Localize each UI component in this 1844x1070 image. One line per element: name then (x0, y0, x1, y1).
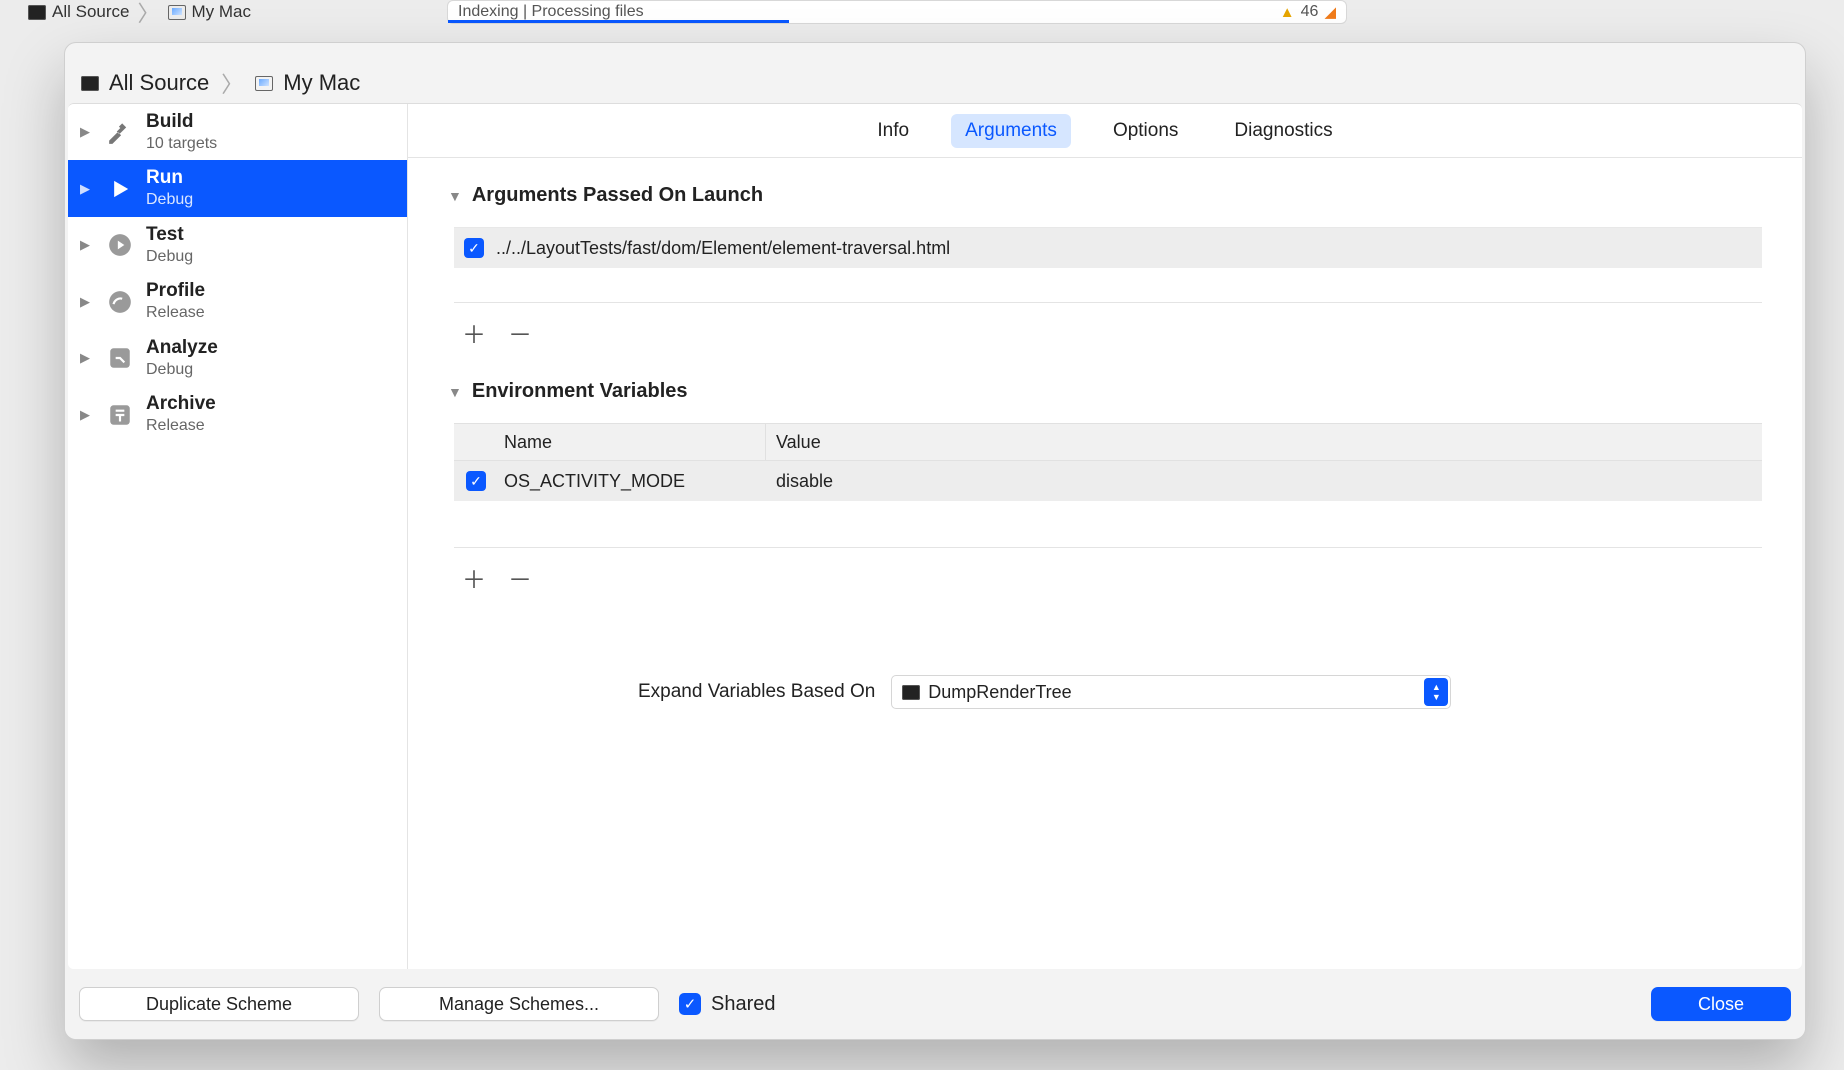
tab-diagnostics[interactable]: Diagnostics (1220, 114, 1346, 148)
tab-info[interactable]: Info (863, 114, 923, 148)
terminal-icon (28, 5, 46, 19)
argument-enable-checkbox[interactable]: ✓ (464, 238, 484, 258)
env-table-header: Name Value (454, 423, 1762, 461)
analyze-icon (104, 342, 136, 374)
disclosure-icon[interactable]: ▶ (80, 181, 94, 197)
env-table: Name Value ✓ OS_ACTIVITY_MODE disable (454, 423, 1762, 501)
activity-status[interactable]: Indexing | Processing files ▲ 46 ◢ (447, 0, 1347, 24)
env-enable-checkbox[interactable]: ✓ (466, 471, 486, 491)
terminal-icon (902, 685, 920, 699)
argument-value[interactable]: ../../LayoutTests/fast/dom/Element/eleme… (496, 238, 950, 259)
shared-checkbox[interactable]: ✓ (679, 993, 701, 1015)
section-title: Environment Variables (472, 380, 688, 403)
add-argument-button[interactable]: ＋ (462, 315, 486, 350)
divider (454, 547, 1762, 548)
env-col-value[interactable]: Value (766, 424, 1762, 460)
phase-subtitle: Debug (146, 191, 193, 209)
scheme-editor-sheet: All Source 〉 My Mac ▶ Build 10 targets ▶ (64, 42, 1806, 1040)
remove-env-button[interactable]: － (508, 560, 532, 595)
env-section-header[interactable]: ▼ Environment Variables (448, 380, 1762, 403)
phase-subtitle: 10 targets (146, 135, 217, 153)
window-toolbar: All Source 〉 My Mac Indexing | Processin… (0, 0, 1844, 30)
hammer-icon (104, 116, 136, 148)
disclosure-icon[interactable]: ▶ (80, 350, 94, 366)
manage-schemes-button[interactable]: Manage Schemes... (379, 987, 659, 1021)
env-var-name[interactable]: OS_ACTIVITY_MODE (498, 471, 766, 492)
section-title: Arguments Passed On Launch (472, 184, 763, 207)
sidebar-item-analyze[interactable]: ▶ Analyze Debug (68, 330, 407, 386)
shared-label: Shared (711, 993, 776, 1016)
shared-option[interactable]: ✓ Shared (679, 993, 776, 1016)
disclosure-triangle-icon[interactable]: ▼ (448, 384, 462, 400)
chevron-right-icon: 〉 (219, 67, 245, 99)
env-row[interactable]: ✓ OS_ACTIVITY_MODE disable (454, 461, 1762, 501)
dropdown-stepper-icon[interactable]: ▲▼ (1424, 678, 1448, 706)
phase-title: Analyze (146, 338, 218, 359)
warning-icon: ▲ (1280, 4, 1295, 21)
archive-icon (104, 399, 136, 431)
warning-count: 46 (1301, 3, 1319, 21)
progress-bar (448, 20, 789, 23)
close-button[interactable]: Close (1651, 987, 1791, 1021)
argument-row[interactable]: ✓ ../../LayoutTests/fast/dom/Element/ele… (454, 228, 1762, 268)
duplicate-scheme-button[interactable]: Duplicate Scheme (79, 987, 359, 1021)
status-text: Indexing | Processing files (458, 3, 644, 21)
fixit-icon: ◢ (1324, 3, 1336, 21)
gauge-icon (104, 286, 136, 318)
disclosure-triangle-icon[interactable]: ▼ (448, 188, 462, 204)
expand-variables-dropdown[interactable]: DumpRenderTree ▲▼ (891, 675, 1451, 709)
disclosure-icon[interactable]: ▶ (80, 237, 94, 253)
phase-title: Run (146, 168, 193, 189)
tab-options[interactable]: Options (1099, 114, 1192, 148)
arguments-table: ✓ ../../LayoutTests/fast/dom/Element/ele… (454, 227, 1762, 268)
disclosure-icon[interactable]: ▶ (80, 294, 94, 310)
scheme-target-picker[interactable]: All Source 〉 My Mac (20, 0, 259, 24)
remove-argument-button[interactable]: － (508, 315, 532, 350)
chevron-right-icon: 〉 (135, 0, 161, 28)
divider (454, 302, 1762, 303)
sheet-breadcrumb: All Source 〉 My Mac (65, 43, 1805, 103)
phase-title: Test (146, 225, 193, 246)
scheme-name: All Source (52, 2, 129, 22)
monitor-icon (168, 5, 186, 19)
phase-subtitle: Debug (146, 361, 218, 379)
terminal-icon (81, 76, 99, 90)
arguments-section-header[interactable]: ▼ Arguments Passed On Launch (448, 184, 1762, 207)
add-env-button[interactable]: ＋ (462, 560, 486, 595)
sidebar-item-profile[interactable]: ▶ Profile Release (68, 273, 407, 329)
phase-title: Build (146, 112, 217, 133)
disclosure-icon[interactable]: ▶ (80, 407, 94, 423)
phase-sidebar: ▶ Build 10 targets ▶ Run Debug (68, 104, 408, 969)
phase-subtitle: Release (146, 417, 216, 435)
breadcrumb-scheme: All Source (109, 70, 209, 96)
phase-title: Profile (146, 281, 205, 302)
sidebar-item-run[interactable]: ▶ Run Debug (68, 160, 407, 216)
expand-variables-label: Expand Variables Based On (638, 681, 875, 703)
monitor-icon (255, 76, 273, 90)
sheet-footer: Duplicate Scheme Manage Schemes... ✓ Sha… (65, 969, 1805, 1039)
breadcrumb-dest: My Mac (283, 70, 360, 96)
env-col-name[interactable]: Name (498, 424, 766, 460)
sidebar-item-test[interactable]: ▶ Test Debug (68, 217, 407, 273)
env-var-value[interactable]: disable (766, 471, 1762, 492)
tab-arguments[interactable]: Arguments (951, 114, 1071, 148)
disclosure-icon[interactable]: ▶ (80, 124, 94, 140)
play-icon (104, 173, 136, 205)
phase-title: Archive (146, 394, 216, 415)
sidebar-item-build[interactable]: ▶ Build 10 targets (68, 104, 407, 160)
phase-subtitle: Debug (146, 248, 193, 266)
phase-subtitle: Release (146, 304, 205, 322)
sidebar-item-archive[interactable]: ▶ Archive Release (68, 386, 407, 442)
dropdown-selection: DumpRenderTree (928, 682, 1071, 703)
tab-bar: Info Arguments Options Diagnostics (408, 104, 1802, 158)
wrench-play-icon (104, 229, 136, 261)
destination-name: My Mac (192, 2, 252, 22)
